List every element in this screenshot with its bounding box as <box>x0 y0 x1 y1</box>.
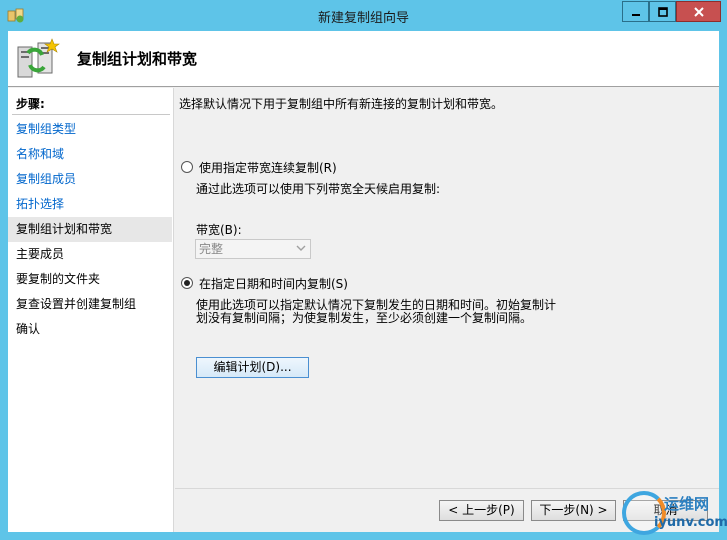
wizard-window: 新建复制组向导 复制组计划和带宽 步骤: 复制组类型 名称和域 复制组成员 拓扑… <box>0 0 727 540</box>
steps-sidebar: 步骤: 复制组类型 名称和域 复制组成员 拓扑选择 复制组计划和带宽 主要成员 … <box>8 88 174 532</box>
steps-heading: 步骤: <box>16 97 45 111</box>
watermark-site-name: 运维网 <box>664 495 710 513</box>
site-watermark: 运维网 iyunv.com <box>622 487 727 535</box>
minimize-icon <box>631 13 640 16</box>
chevron-down-icon <box>296 245 306 251</box>
sidebar-item-group-type[interactable]: 复制组类型 <box>8 117 172 142</box>
watermark-url: iyunv.com <box>654 515 727 530</box>
bandwidth-value: 完整 <box>199 242 224 256</box>
page-title: 复制组计划和带宽 <box>77 50 198 68</box>
window-title: 新建复制组向导 <box>317 11 409 26</box>
title-bar: 新建复制组向导 <box>0 0 727 31</box>
continuous-replication-desc: 通过此选项可以使用下列带宽全天候启用复制: <box>196 182 441 196</box>
sidebar-item-folders: 要复制的文件夹 <box>16 272 101 286</box>
intro-text: 选择默认情况下用于复制组中所有新连接的复制计划和带宽。 <box>179 97 504 111</box>
steps-divider <box>12 114 170 115</box>
bandwidth-label: 带宽(B): <box>196 223 242 237</box>
sidebar-item-name-domain[interactable]: 名称和域 <box>8 142 172 167</box>
close-icon <box>693 6 704 17</box>
sidebar-item-review: 复查设置并创建复制组 <box>16 297 137 311</box>
replication-servers-icon <box>17 38 60 78</box>
wizard-header: 复制组计划和带宽 <box>8 31 719 87</box>
scheduled-replication-radio[interactable] <box>181 277 193 289</box>
continuous-replication-label[interactable]: 使用指定带宽连续复制(R) <box>199 159 337 176</box>
wizard-client-area: 复制组计划和带宽 步骤: 复制组类型 名称和域 复制组成员 拓扑选择 复制组计划… <box>8 31 719 532</box>
bandwidth-select[interactable]: 完整 <box>195 239 311 259</box>
sidebar-item-confirm: 确认 <box>16 322 41 336</box>
scheduled-replication-label[interactable]: 在指定日期和时间内复制(S) <box>199 275 348 292</box>
sidebar-item-topology[interactable]: 拓扑选择 <box>8 192 172 217</box>
sidebar-item-members[interactable]: 复制组成员 <box>8 167 172 192</box>
sidebar-item-schedule-bandwidth: 复制组计划和带宽 <box>8 217 172 242</box>
maximize-button[interactable] <box>649 1 676 22</box>
close-button[interactable] <box>676 1 721 22</box>
minimize-button[interactable] <box>622 1 649 22</box>
sidebar-item-primary-member: 主要成员 <box>16 247 65 261</box>
previous-button[interactable]: < 上一步(P) <box>439 500 524 521</box>
maximize-icon <box>657 6 668 17</box>
next-button[interactable]: 下一步(N) > <box>531 500 616 521</box>
wizard-content: 选择默认情况下用于复制组中所有新连接的复制计划和带宽。 使用指定带宽连续复制(R… <box>175 88 719 488</box>
continuous-replication-radio[interactable] <box>181 161 193 173</box>
edit-schedule-button[interactable]: 编辑计划(D)... <box>196 357 309 378</box>
scheduled-replication-desc-line2: 划没有复制间隔；为使复制发生，至少必须创建一个复制间隔。 <box>196 311 533 325</box>
